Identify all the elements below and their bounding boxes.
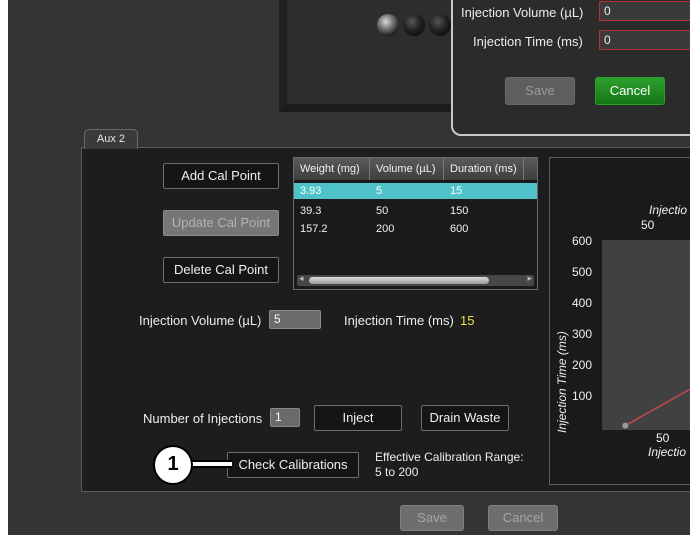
callout-pointer — [192, 460, 232, 468]
injection-time-value: 15 — [460, 313, 475, 328]
app-window: Injection Volume (µL) Injection Time (ms… — [8, 0, 690, 535]
modal-save-button[interactable]: Save — [505, 77, 575, 105]
cell-volume: 5 — [376, 185, 383, 197]
cell-duration: 150 — [450, 205, 469, 217]
plot-area — [602, 240, 690, 430]
cell-duration: 600 — [450, 223, 469, 235]
scroll-thumb[interactable] — [309, 277, 489, 284]
modal-time-input[interactable] — [599, 30, 690, 50]
cell-weight: 3.93 — [300, 185, 322, 197]
column-header-weight[interactable]: Weight (mg) — [294, 158, 370, 180]
cell-duration: 15 — [450, 185, 463, 197]
chart-title: Injectio — [649, 203, 688, 217]
indicator-light — [377, 14, 399, 36]
indicator-light — [403, 14, 425, 36]
tab-aux-2[interactable]: Aux 2 — [84, 129, 138, 149]
y-tick: 100 — [572, 389, 593, 403]
drain-waste-button[interactable]: Drain Waste — [421, 405, 509, 431]
data-point — [622, 422, 629, 429]
table-row[interactable]: 157.2 200 600 — [294, 221, 537, 237]
cell-weight: 157.2 — [300, 223, 328, 235]
column-header-volume[interactable]: Volume (µL) — [370, 158, 444, 180]
injection-volume-input[interactable]: 5 — [269, 310, 321, 329]
modal-time-label: Injection Time (ms) — [473, 34, 583, 49]
chart-svg — [622, 388, 690, 429]
modal-volume-input[interactable] — [599, 1, 690, 21]
add-cal-point-button[interactable]: Add Cal Point — [163, 163, 279, 189]
num-injections-label: Number of Injections — [143, 411, 263, 426]
table-header: Weight (mg) Volume (µL) Duration (ms) — [294, 158, 537, 180]
y-tick: 400 — [572, 296, 593, 310]
modal-cancel-button[interactable]: Cancel — [595, 77, 665, 105]
callout-badge: 1 — [153, 445, 193, 485]
num-injections-input[interactable]: 1 — [270, 408, 300, 427]
injection-time-label: Injection Time (ms) — [344, 313, 454, 328]
calibration-chart: Injectio 50 600 500 400 300 200 100 Inje… — [549, 157, 690, 485]
cell-volume: 50 — [376, 205, 389, 217]
y-axis-title: Injection Time (ms) — [555, 331, 569, 433]
top-axis-tick: 50 — [641, 218, 655, 232]
y-tick: 300 — [572, 327, 593, 341]
injection-modal: Injection Volume (µL) Injection Time (ms… — [451, 0, 690, 136]
calibration-range-label: Effective Calibration Range: — [375, 450, 524, 464]
screenshot-frame: Injection Volume (µL) Injection Time (ms… — [0, 0, 690, 535]
y-tick: 500 — [572, 265, 593, 279]
y-tick: 200 — [572, 358, 593, 372]
cell-volume: 200 — [376, 223, 395, 235]
y-tick: 600 — [572, 234, 593, 248]
modal-volume-label: Injection Volume (µL) — [461, 5, 584, 20]
table-row[interactable]: 39.3 50 150 — [294, 203, 537, 219]
calibration-line — [624, 388, 690, 427]
cancel-button[interactable]: Cancel — [488, 505, 558, 531]
indicator-light — [429, 14, 451, 36]
x-axis-title: Injectio — [648, 445, 687, 459]
scroll-right-icon[interactable]: ▸ — [527, 273, 532, 284]
cell-weight: 39.3 — [300, 205, 322, 217]
table-row[interactable]: 3.93 5 15 — [294, 183, 537, 199]
calibration-range-value: 5 to 200 — [375, 465, 419, 479]
calibration-table[interactable]: Weight (mg) Volume (µL) Duration (ms) 3.… — [293, 157, 538, 290]
scroll-left-icon[interactable]: ◂ — [299, 273, 304, 284]
injection-volume-label: Injection Volume (µL) — [139, 313, 262, 328]
x-tick: 50 — [656, 431, 670, 445]
check-calibrations-button[interactable]: Check Calibrations — [227, 452, 359, 478]
column-header-duration[interactable]: Duration (ms) — [444, 158, 524, 180]
horizontal-scrollbar[interactable]: ◂ ▸ — [297, 273, 534, 286]
update-cal-point-button[interactable]: Update Cal Point — [163, 210, 279, 236]
delete-cal-point-button[interactable]: Delete Cal Point — [163, 257, 279, 283]
save-button[interactable]: Save — [400, 505, 464, 531]
inject-button[interactable]: Inject — [314, 405, 402, 431]
